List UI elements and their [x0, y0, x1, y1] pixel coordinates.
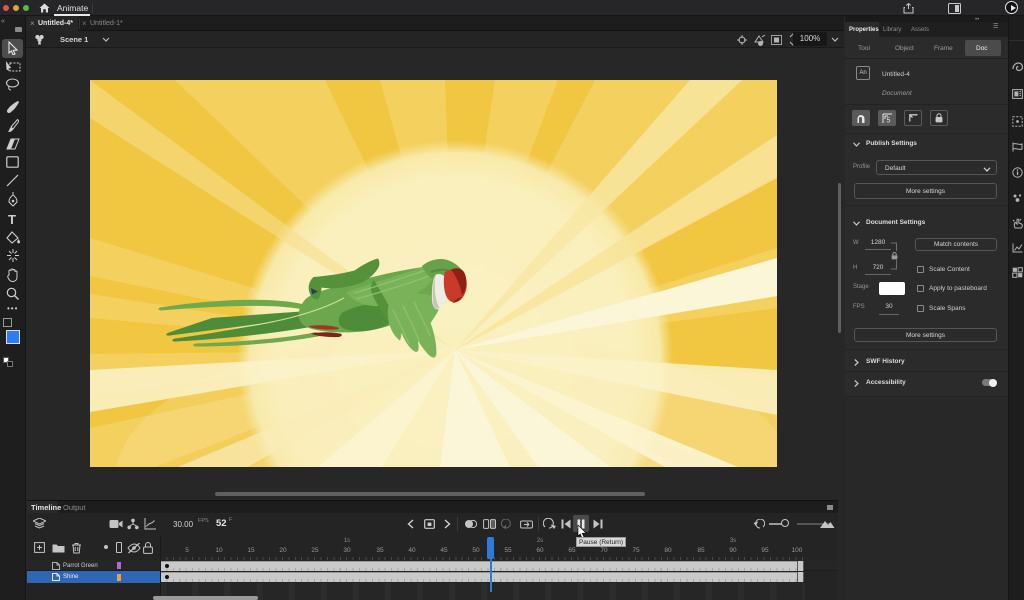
svg-text:5: 5: [886, 118, 890, 124]
